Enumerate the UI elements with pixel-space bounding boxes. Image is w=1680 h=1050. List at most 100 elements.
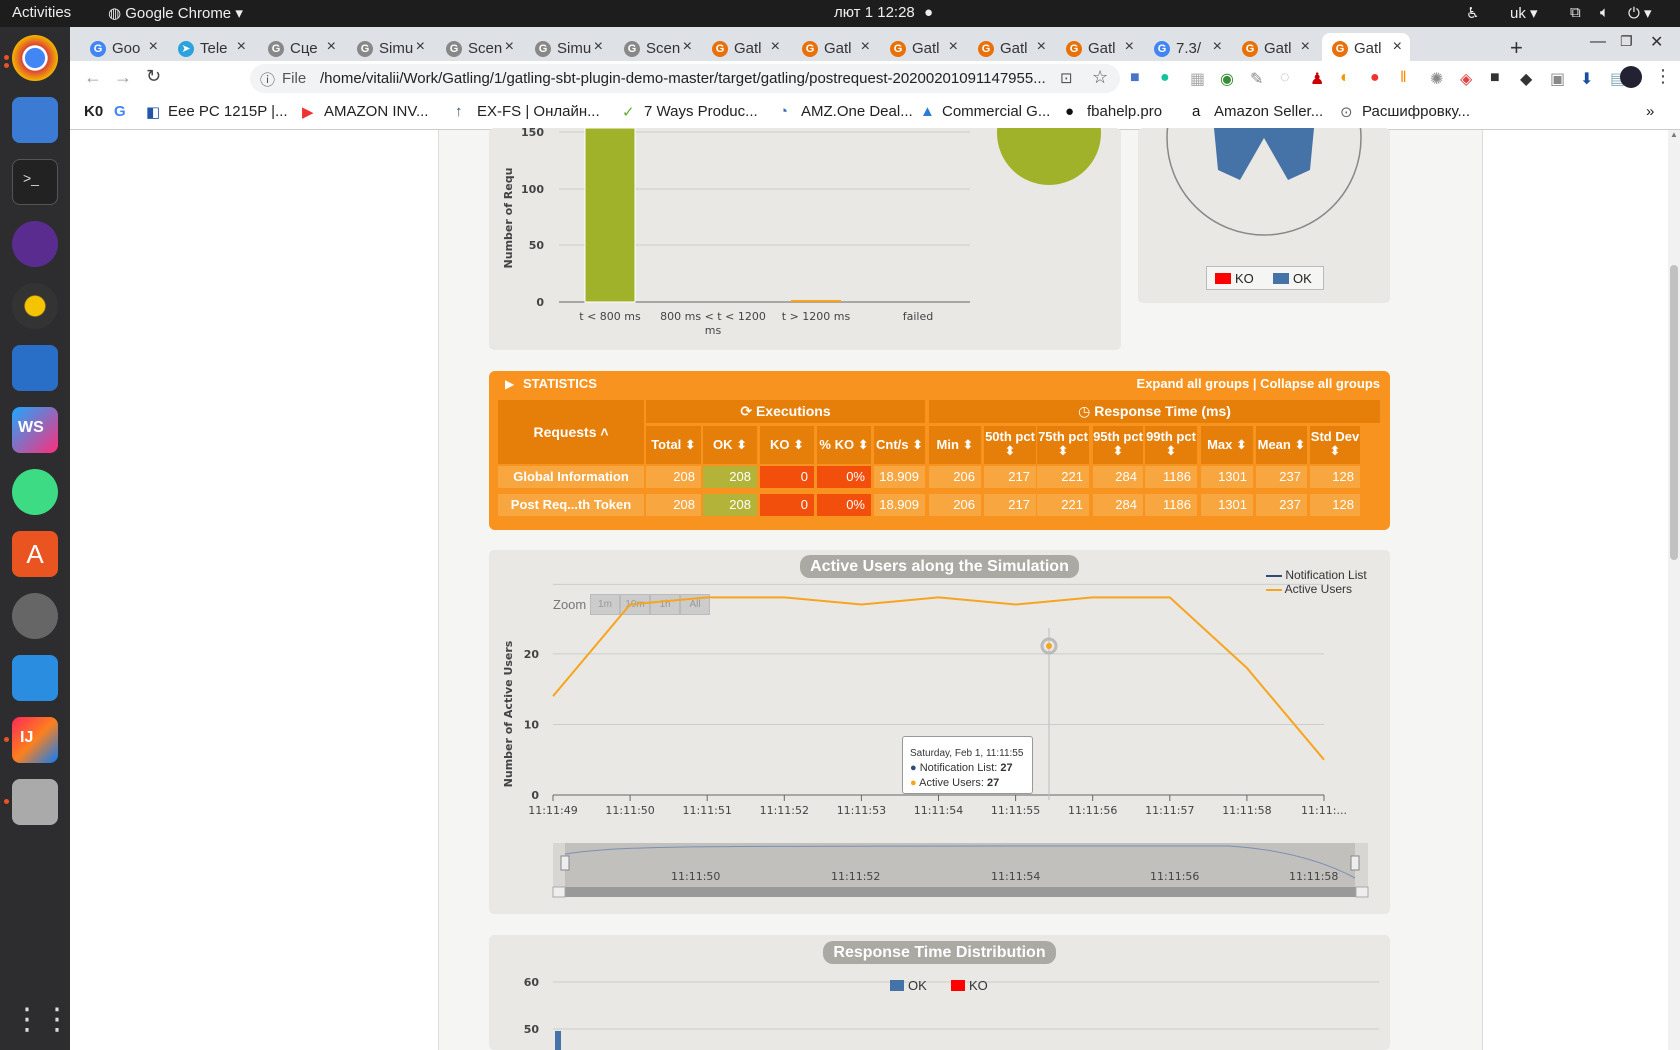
expand-arrow-icon[interactable]: ▶	[505, 377, 514, 391]
tab-close-icon[interactable]: ×	[1125, 38, 1134, 56]
reload-button[interactable]: ↻	[146, 66, 161, 87]
navigator-scrollbar[interactable]	[553, 887, 1368, 897]
extension-icon[interactable]: ▣	[1550, 69, 1565, 89]
requests-header[interactable]: Requests ˄	[498, 400, 644, 464]
tor-browser-icon[interactable]	[12, 221, 58, 267]
minimize-button[interactable]: —	[1590, 33, 1606, 51]
extension-icon[interactable]: ✎	[1250, 69, 1263, 89]
extension-icon[interactable]: ✺	[1430, 69, 1443, 89]
android-studio-icon[interactable]	[12, 469, 58, 515]
tab-close-icon[interactable]: ×	[505, 38, 514, 56]
column-header[interactable]: % KO ⬍	[817, 426, 871, 464]
activities-button[interactable]: Activities	[12, 4, 71, 21]
bookmark-item[interactable]: fbahelp.pro	[1087, 103, 1162, 120]
grammarly-icon[interactable]: ●	[1160, 69, 1170, 87]
tab-close-icon[interactable]: ×	[594, 38, 603, 56]
maximize-button[interactable]: ❐	[1620, 33, 1633, 50]
tab-close-icon[interactable]: ×	[237, 38, 246, 56]
settings-icon[interactable]	[12, 593, 58, 639]
extension-icon[interactable]: ◐	[1340, 69, 1350, 87]
bookmark-item[interactable]: Commercial G...	[942, 103, 1050, 120]
column-header[interactable]: Total ⬍	[646, 426, 701, 464]
extension-icon[interactable]: ◈	[1460, 69, 1472, 89]
tab-close-icon[interactable]: ×	[771, 38, 780, 56]
terminal-icon[interactable]: >_	[12, 159, 58, 205]
column-header[interactable]: Cnt/s ⬍	[874, 426, 925, 464]
close-window-button[interactable]: ✕	[1650, 32, 1663, 52]
intellij-icon[interactable]: IJ	[12, 717, 58, 763]
expand-collapse-links[interactable]: Expand all groups | Collapse all groups	[1137, 376, 1380, 391]
vscode-icon[interactable]	[12, 655, 58, 701]
statistics-title[interactable]: STATISTICS	[523, 376, 597, 391]
column-header[interactable]: 99th pct ⬍	[1145, 426, 1197, 464]
bookmark-star-icon[interactable]: ☆	[1092, 67, 1108, 88]
google-bookmark-icon[interactable]: G	[114, 103, 126, 120]
bookmark-item[interactable]: Eee PC 1215P |...	[168, 103, 288, 120]
column-header[interactable]: Min ⬍	[929, 426, 981, 464]
clock[interactable]: лют 1 12:28	[834, 4, 915, 21]
bookmark-icon[interactable]: K0	[84, 103, 103, 120]
tab-close-icon[interactable]: ×	[1213, 38, 1222, 56]
tab-close-icon[interactable]: ×	[149, 38, 158, 56]
bookmark-item[interactable]: Amazon Seller...	[1214, 103, 1323, 120]
bookmark-item[interactable]: Расшифровку...	[1362, 103, 1470, 120]
row-name[interactable]: Post Req...th Token	[498, 494, 644, 516]
info-icon[interactable]: ⓘ	[260, 69, 275, 90]
navigator-handle-left[interactable]	[560, 855, 570, 871]
chrome-icon[interactable]	[12, 35, 58, 81]
tab-close-icon[interactable]: ×	[327, 38, 336, 56]
network-icon[interactable]: ⧉	[1570, 4, 1581, 21]
forward-button[interactable]: →	[114, 67, 132, 88]
column-header[interactable]: Mean ⬍	[1256, 426, 1307, 464]
column-header[interactable]: Std Dev ⬍	[1310, 426, 1360, 464]
navigator-handle-right[interactable]	[1350, 855, 1360, 871]
extension-icon[interactable]: ♟	[1310, 69, 1324, 89]
column-header[interactable]: Max ⬍	[1201, 426, 1253, 464]
webstorm-icon[interactable]: WS	[12, 407, 58, 453]
column-header[interactable]: 95th pct ⬍	[1093, 426, 1143, 464]
extension-icon[interactable]: ▦	[1190, 69, 1205, 89]
url-text[interactable]: /home/vitalii/Work/Gatling/1/gatling-sbt…	[320, 70, 1046, 87]
rhythmbox-icon[interactable]	[12, 283, 58, 329]
profile-avatar[interactable]	[1620, 66, 1642, 88]
language-indicator[interactable]: uk ▾	[1510, 4, 1538, 22]
tab-close-icon[interactable]: ×	[861, 38, 870, 56]
scrollbar-thumb[interactable]	[1670, 265, 1678, 560]
page-scrollbar[interactable]: ▲	[1668, 130, 1680, 1050]
tab-close-icon[interactable]: ×	[683, 38, 692, 56]
omnibox[interactable]: ⓘ File /home/vitalii/Work/Gatling/1/gatl…	[250, 64, 1120, 93]
extension-icon[interactable]: ◉	[1220, 69, 1234, 89]
extension-icon[interactable]: ǁ	[1400, 69, 1407, 87]
new-tab-button[interactable]: +	[1510, 35, 1523, 61]
translate-icon[interactable]: ⊡	[1060, 69, 1073, 87]
extension-icon[interactable]: ●	[1370, 69, 1380, 87]
row-name[interactable]: Global Information	[498, 466, 644, 488]
accessibility-icon[interactable]: ♿	[1466, 4, 1479, 22]
extension-icon[interactable]: ■	[1490, 69, 1500, 87]
power-icon[interactable]: ⏻ ▾	[1628, 4, 1652, 22]
tab-close-icon[interactable]: ×	[1037, 38, 1046, 56]
libreoffice-writer-icon[interactable]	[12, 345, 58, 391]
notes-icon[interactable]	[12, 97, 58, 143]
column-header[interactable]: OK ⬍	[703, 426, 757, 464]
app-menu[interactable]: ◍ Google Chrome ▾	[108, 4, 243, 22]
software-center-icon[interactable]: A	[12, 531, 58, 577]
bookmark-item[interactable]: AMZ.One Deal...	[801, 103, 913, 120]
column-header[interactable]: 75th pct ⬍	[1037, 426, 1089, 464]
volume-icon[interactable]: 🔈︎	[1600, 4, 1609, 21]
extension-icon[interactable]: ◌	[1280, 69, 1290, 87]
back-button[interactable]: ←	[84, 67, 102, 88]
bookmark-item[interactable]: AMAZON INV...	[324, 103, 428, 120]
tab-close-icon[interactable]: ×	[1301, 38, 1310, 56]
extension-icon[interactable]: ◆	[1520, 69, 1532, 89]
bookmark-item[interactable]: EX-FS | Онлайн...	[477, 103, 600, 120]
bookmark-item[interactable]: 7 Ways Produc...	[644, 103, 758, 120]
magnifier-icon[interactable]	[12, 779, 58, 825]
tab-close-icon[interactable]: ×	[1393, 38, 1402, 56]
tab-close-icon[interactable]: ×	[416, 38, 425, 56]
extension-icon[interactable]: ■	[1130, 69, 1140, 87]
column-header[interactable]: KO ⬍	[760, 426, 814, 464]
menu-icon[interactable]: ⋮	[1654, 66, 1672, 87]
more-bookmarks-icon[interactable]: »	[1646, 103, 1654, 120]
active-users-chart[interactable]: Number of Active Users 0 10 20 11:11:49 11:…	[489, 550, 1390, 914]
